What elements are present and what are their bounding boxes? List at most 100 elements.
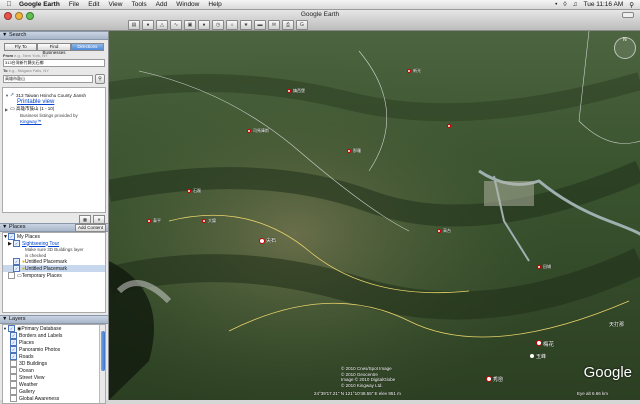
layer-label: Panoramio Photos xyxy=(19,346,61,353)
tab-fly-to[interactable]: Fly To xyxy=(4,43,38,51)
result-row[interactable]: ▼ ➚ 313 Taiwan Hsinchu County Jiansh xyxy=(3,91,105,99)
volume-icon[interactable]: ♫ xyxy=(573,1,578,8)
clock[interactable]: Tue 11:16 AM xyxy=(583,1,623,8)
places-item[interactable]: ✓ ● Untitled Placemark xyxy=(3,265,105,272)
places-item[interactable]: ▼ ✓ My Places xyxy=(3,233,105,240)
checkbox[interactable]: ✓ xyxy=(13,240,20,247)
map-view[interactable]: 尖石 梅花 天打那 秀巒 玉峰 那羅 新光 石磊 大錦 泰平 高台 田埔 鎮西堡… xyxy=(109,31,640,400)
layer-item[interactable]: Global Awareness xyxy=(3,395,105,402)
map-label[interactable]: 玉峰 xyxy=(536,353,546,360)
sunlight-button[interactable]: ☼ xyxy=(226,20,238,30)
result-row[interactable]: ▶ ▭ 高雄市鼓山 (1 - 10) xyxy=(3,105,105,113)
kingway-link[interactable]: Kingway™ xyxy=(20,119,42,124)
polygon-button[interactable]: △ xyxy=(156,20,168,30)
map-label[interactable]: 司馬庫斯 xyxy=(253,128,269,134)
app-name-menu[interactable]: Google Earth xyxy=(19,1,60,8)
image-overlay-button[interactable]: ▣ xyxy=(184,20,196,30)
checkbox[interactable] xyxy=(8,272,15,279)
tab-find-businesses[interactable]: Find Businesses xyxy=(37,43,71,55)
places-item[interactable]: ▶ ✓ Sightseeing Tour xyxy=(3,240,105,247)
print-button[interactable]: ⎙ xyxy=(282,20,294,30)
copyright-line: © 2010 Cnes/Spot Image xyxy=(341,366,392,371)
search-panel-header[interactable]: ▼ Search xyxy=(0,31,108,40)
search-button[interactable]: ⚲ xyxy=(95,74,105,84)
checkbox[interactable]: ✓ xyxy=(10,339,17,346)
layer-item[interactable]: Weather xyxy=(3,381,105,388)
layer-item[interactable]: ✓ Places xyxy=(3,339,105,346)
map-label[interactable]: 大錦 xyxy=(208,218,216,224)
checkbox[interactable] xyxy=(10,388,17,395)
checkbox[interactable] xyxy=(10,395,17,402)
menu-window[interactable]: Window xyxy=(176,1,199,8)
map-label[interactable]: 鎮西堡 xyxy=(293,88,305,94)
checkbox[interactable] xyxy=(10,374,17,381)
imagery-copyright: © 2010 Cnes/Spot Image © 2010 Geocentre … xyxy=(341,366,395,388)
placemark-button[interactable]: ● xyxy=(142,20,154,30)
places-item-label: Untitled Placemark xyxy=(25,258,67,265)
map-label[interactable]: 秀巒 xyxy=(493,376,503,383)
to-input[interactable]: 高雄市鼓山 xyxy=(3,75,93,83)
layer-item[interactable]: Ocean xyxy=(3,367,105,374)
checkbox[interactable]: ✓ xyxy=(10,353,17,360)
menu-view[interactable]: View xyxy=(109,1,123,8)
map-label[interactable]: 新光 xyxy=(413,68,421,74)
layer-item[interactable]: ▼ ✓ ◉ Primary Database xyxy=(3,325,105,332)
places-item[interactable]: ✓ ● Untitled Placemark xyxy=(3,258,105,265)
layer-label: 3D Buildings xyxy=(19,360,48,367)
layer-item[interactable]: ✓ Panoramio Photos xyxy=(3,346,105,353)
from-input[interactable]: 313台灣新竹縣尖石鄉 xyxy=(3,59,105,67)
checkbox[interactable]: ✓ xyxy=(13,265,20,272)
wifi-icon[interactable]: ◊ xyxy=(563,1,566,8)
bluetooth-icon[interactable]: • xyxy=(555,1,557,8)
tab-directions[interactable]: Directions xyxy=(70,43,104,51)
checkbox[interactable] xyxy=(10,360,17,367)
layers-panel-header[interactable]: ▼ Layers xyxy=(0,315,108,324)
map-label[interactable]: 田埔 xyxy=(543,264,551,270)
ruler-button[interactable]: ▬ xyxy=(254,20,266,30)
path-button[interactable]: ∿ xyxy=(170,20,182,30)
layer-item[interactable]: Gallery xyxy=(3,388,105,395)
window-titlebar: Google Earth ▤ ● △ ∿ ▣ ● ◷ ☼ ★ ▬ ✉ ⎙ G xyxy=(0,10,640,31)
historical-imagery-button[interactable]: ◷ xyxy=(212,20,224,30)
map-label[interactable]: 天打那 xyxy=(609,321,624,328)
checkbox[interactable]: ✓ xyxy=(10,332,17,339)
navigation-compass[interactable]: N xyxy=(614,37,636,59)
places-item[interactable]: ▭ Temporary Places xyxy=(3,272,105,279)
menu-edit[interactable]: Edit xyxy=(88,1,99,8)
map-label[interactable]: 那羅 xyxy=(353,148,361,154)
checkbox[interactable]: ✓ xyxy=(10,346,17,353)
menu-tools[interactable]: Tools xyxy=(131,1,146,8)
checkbox[interactable]: ✓ xyxy=(13,258,20,265)
view-in-maps-button[interactable]: G xyxy=(296,20,308,30)
layers-scrollbar[interactable] xyxy=(99,325,105,403)
scrollbar-thumb[interactable] xyxy=(100,331,105,371)
menu-add[interactable]: Add xyxy=(156,1,168,8)
checkbox[interactable]: ✓ xyxy=(8,325,15,332)
add-content-button[interactable]: Add Content xyxy=(74,223,106,232)
map-label[interactable]: 石磊 xyxy=(193,188,201,194)
menu-help[interactable]: Help xyxy=(208,1,221,8)
sky-button[interactable]: ★ xyxy=(240,20,252,30)
layer-item[interactable]: 3D Buildings xyxy=(3,360,105,367)
sidebar-toggle-button[interactable]: ▤ xyxy=(128,20,140,30)
map-label[interactable]: 梅花 xyxy=(543,340,554,348)
apple-icon[interactable]:  xyxy=(4,1,14,8)
terrain-imagery[interactable] xyxy=(109,31,640,400)
checkbox[interactable] xyxy=(10,367,17,374)
layer-item[interactable]: ✓ Borders and Labels xyxy=(3,332,105,339)
from-label-text: From xyxy=(3,53,13,58)
layer-item[interactable]: ✓ Roads xyxy=(3,353,105,360)
checkbox[interactable]: ✓ xyxy=(8,233,15,240)
toolbar-toggle-button[interactable] xyxy=(622,12,634,18)
spotlight-icon[interactable]: ⚲ xyxy=(629,1,634,9)
email-button[interactable]: ✉ xyxy=(268,20,280,30)
record-tour-button[interactable]: ● xyxy=(198,20,210,30)
map-label[interactable]: 高台 xyxy=(443,228,451,234)
map-label[interactable]: 泰平 xyxy=(153,218,161,224)
menu-file[interactable]: File xyxy=(69,1,79,8)
layer-item[interactable]: Street View xyxy=(3,374,105,381)
north-indicator[interactable]: N xyxy=(623,37,627,43)
places-panel-header[interactable]: ▼ Places Add Content xyxy=(0,223,108,232)
map-label[interactable]: 尖石 xyxy=(266,237,276,244)
checkbox[interactable] xyxy=(10,381,17,388)
